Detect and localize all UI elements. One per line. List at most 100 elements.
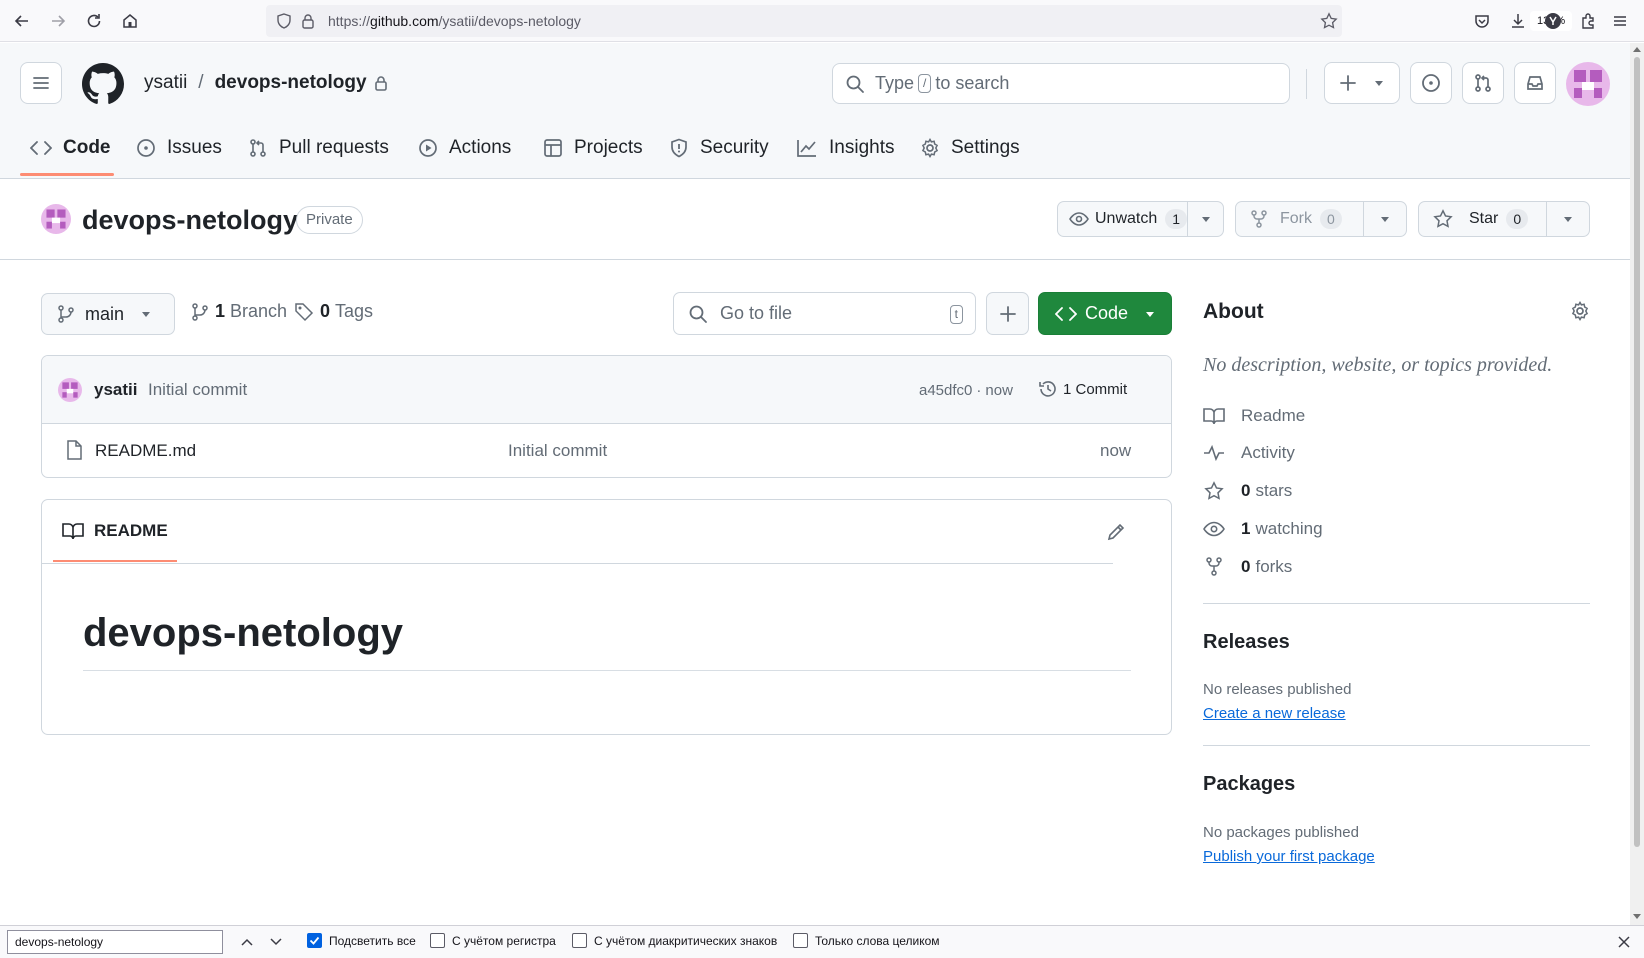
breadcrumb-separator: / — [198, 72, 204, 93]
tab-projects-label: Projects — [574, 137, 643, 158]
book-icon — [1203, 408, 1225, 425]
commit-hash[interactable]: a45dfc0 — [919, 382, 972, 399]
add-file-button[interactable] — [986, 292, 1029, 335]
go-to-file-input[interactable]: Go to file t — [673, 292, 976, 335]
watching-label: watching — [1255, 519, 1323, 538]
scroll-down-icon[interactable] — [1632, 913, 1642, 921]
app-menu-icon[interactable] — [1608, 9, 1632, 33]
inbox-icon — [1527, 76, 1543, 90]
repo-owner-avatar[interactable] — [41, 204, 71, 234]
back-icon[interactable] — [10, 9, 34, 33]
pulse-icon — [1204, 444, 1224, 462]
star-icon — [1204, 481, 1224, 500]
star-lists-dropdown[interactable] — [1546, 202, 1589, 236]
create-release-link[interactable]: Create a new release — [1203, 705, 1346, 722]
book-icon — [62, 523, 84, 540]
file-name-link[interactable]: README.md — [95, 441, 196, 461]
tab-issues[interactable]: Issues — [136, 132, 222, 164]
file-commit-message[interactable]: Initial commit — [508, 441, 607, 461]
breadcrumb-repo[interactable]: devops-netology — [215, 72, 367, 94]
commit-author[interactable]: ysatii — [94, 380, 137, 400]
watch-options-dropdown[interactable] — [1187, 202, 1223, 236]
commit-author-avatar[interactable] — [58, 378, 82, 402]
packages-heading[interactable]: Packages — [1203, 773, 1295, 796]
lock-icon[interactable] — [300, 13, 316, 29]
highlight-all-label: Подсветить все — [329, 933, 416, 948]
sidebar-item-activity[interactable]: Activity — [1203, 443, 1295, 463]
find-next-icon[interactable] — [269, 935, 283, 949]
match-diacritics-checkbox[interactable]: С учётом диакритических знаков — [572, 933, 777, 948]
sidebar-item-forks[interactable]: 0 forks — [1203, 557, 1292, 577]
checkbox-unchecked-icon — [793, 933, 808, 948]
sidebar-item-readme[interactable]: Readme — [1203, 406, 1305, 426]
tracking-shield-icon[interactable] — [276, 13, 292, 29]
edit-pencil-icon[interactable] — [1106, 522, 1126, 542]
search-placeholder-suffix: to search — [935, 73, 1010, 93]
sidebar-item-stars[interactable]: 0 stars — [1203, 481, 1292, 501]
sidebar-activity-label: Activity — [1241, 443, 1295, 462]
highlight-all-checkbox[interactable]: Подсветить все — [307, 933, 416, 948]
fork-options-dropdown[interactable] — [1363, 202, 1406, 236]
code-dropdown-button[interactable]: Code — [1038, 292, 1172, 335]
sidebar-item-watching[interactable]: 1 watching — [1203, 519, 1323, 539]
unwatch-label: Unwatch — [1095, 210, 1158, 227]
tab-projects[interactable]: Projects — [543, 132, 643, 164]
scrollbar-thumb[interactable] — [1634, 57, 1640, 847]
file-table: ysatii Initial commit a45dfc0 · now 1 Co… — [41, 355, 1172, 478]
tab-pull-requests-label: Pull requests — [279, 137, 389, 158]
breadcrumb-owner[interactable]: ysatii — [144, 72, 187, 94]
bookmark-star-icon[interactable] — [1320, 12, 1338, 30]
address-bar[interactable]: https://github.com/ysatii/devops-netolog… — [266, 5, 1573, 37]
publish-package-link[interactable]: Publish your first package — [1203, 848, 1375, 865]
go-to-file-shortcut: t — [949, 305, 963, 324]
commit-message[interactable]: Initial commit — [148, 380, 247, 400]
open-menu-button[interactable] — [20, 62, 62, 104]
unwatch-button[interactable]: Unwatch 1 — [1057, 201, 1224, 237]
pull-requests-button[interactable] — [1462, 62, 1504, 104]
search-input[interactable]: Type / to search — [832, 63, 1290, 104]
table-row[interactable]: README.md Initial commit now — [42, 424, 1171, 477]
find-previous-icon[interactable] — [240, 935, 254, 949]
find-input[interactable]: devops-netology — [7, 930, 223, 954]
avatar[interactable] — [1566, 62, 1610, 106]
forward-icon[interactable] — [46, 9, 70, 33]
readme-tab[interactable]: README — [62, 521, 168, 541]
tab-pull-requests[interactable]: Pull requests — [248, 132, 389, 164]
branches-link[interactable]: 1 Branch — [191, 301, 287, 322]
home-icon[interactable] — [118, 9, 142, 33]
reload-icon[interactable] — [82, 9, 106, 33]
create-new-button[interactable] — [1324, 62, 1400, 104]
repo-title[interactable]: devops-netology — [82, 205, 298, 236]
match-case-checkbox[interactable]: С учётом регистра — [430, 933, 556, 948]
github-logo-icon[interactable] — [82, 63, 124, 105]
downloads-icon[interactable] — [1506, 9, 1530, 33]
checkbox-checked-icon — [307, 933, 322, 948]
issues-button[interactable] — [1410, 62, 1452, 104]
match-diacritics-label: С учётом диакритических знаков — [594, 933, 778, 948]
tab-security[interactable]: Security — [669, 132, 769, 164]
commits-history-link[interactable]: 1 Commit — [1038, 379, 1127, 399]
gear-icon[interactable] — [1570, 301, 1590, 321]
page-scrollbar[interactable] — [1630, 43, 1644, 925]
branch-selector[interactable]: main — [41, 293, 175, 335]
tab-actions[interactable]: Actions — [418, 132, 511, 164]
close-icon[interactable] — [1616, 934, 1632, 950]
commit-meta-separator: · — [976, 382, 982, 399]
tab-insights[interactable]: Insights — [796, 132, 894, 164]
tab-settings[interactable]: Settings — [920, 132, 1020, 164]
extensions-icon[interactable] — [1576, 9, 1600, 33]
tab-code[interactable]: Code — [30, 132, 111, 164]
scroll-up-icon[interactable] — [1632, 45, 1642, 53]
fork-button[interactable]: Fork 0 — [1235, 201, 1407, 237]
releases-heading[interactable]: Releases — [1203, 631, 1290, 654]
search-icon — [689, 305, 707, 323]
whole-words-checkbox[interactable]: Только слова целиком — [793, 933, 940, 948]
fork-counter: 0 — [1320, 209, 1342, 229]
tags-link[interactable]: 0 Tags — [294, 301, 373, 322]
triangle-down-icon — [142, 312, 151, 317]
forks-label: forks — [1255, 557, 1293, 576]
yandex-extension-icon[interactable] — [1541, 9, 1565, 33]
pocket-icon[interactable] — [1470, 9, 1494, 33]
star-button[interactable]: Star 0 — [1418, 201, 1590, 237]
inbox-button[interactable] — [1514, 62, 1556, 104]
